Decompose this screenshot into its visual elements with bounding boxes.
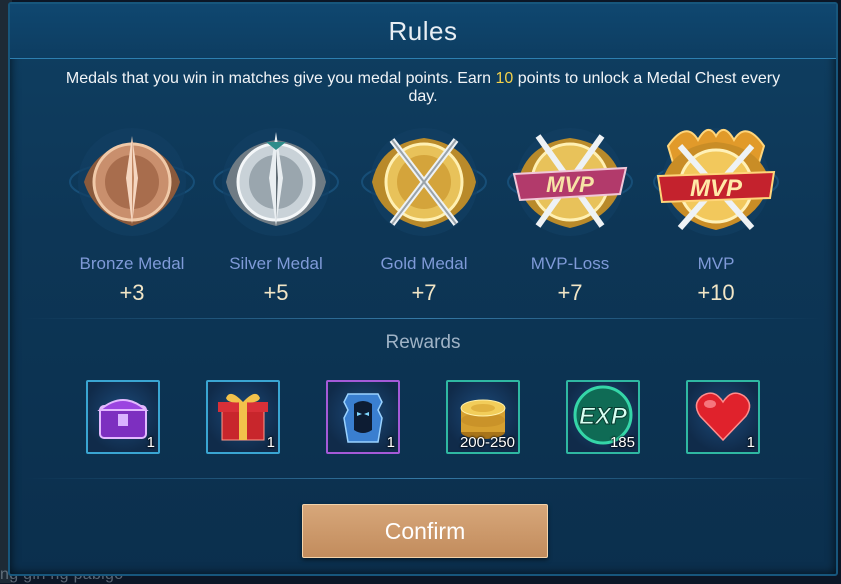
medal-name: Silver Medal: [229, 254, 323, 273]
dialog-header: Rules: [10, 4, 836, 59]
medal-points: +5: [263, 280, 289, 305]
medal-list: Bronze Medal +3 Silver Medal +5 Gold Med…: [10, 116, 836, 316]
medal-points: +3: [119, 280, 145, 305]
reward-count: 1: [746, 434, 755, 451]
medal-points: +7: [557, 280, 583, 305]
reward-count: 1: [146, 434, 155, 451]
bronze-medal-icon: [69, 128, 195, 236]
reward-chest[interactable]: 1: [86, 380, 160, 454]
medal-name: Bronze Medal: [79, 254, 185, 273]
reward-skin-fragment[interactable]: 1: [326, 380, 400, 454]
exp-label: EXP: [579, 403, 628, 430]
rules-description: Medals that you win in matches give you …: [50, 70, 796, 106]
mvp-badge-text: MVP: [690, 175, 743, 202]
medal-silver: Silver Medal +5: [206, 116, 346, 306]
confirm-button[interactable]: Confirm: [302, 504, 548, 558]
medal-mvp-loss: MVP MVP-Loss +7: [500, 116, 640, 306]
medal-gold: Gold Medal +7: [354, 116, 494, 306]
medal-mvp: MVP MVP +10: [646, 116, 786, 306]
reward-gift[interactable]: 1: [206, 380, 280, 454]
rules-dialog: Rules Medals that you win in matches giv…: [8, 2, 838, 576]
gold-medal-icon: [361, 128, 487, 236]
dialog-title: Rules: [388, 15, 458, 46]
rewards-title: Rewards: [385, 332, 461, 353]
reward-count: 1: [266, 434, 275, 451]
reward-count: 1: [386, 434, 395, 451]
reward-coins[interactable]: 200-250: [446, 380, 520, 454]
mvp-medal-icon: MVP: [653, 128, 779, 236]
medal-points: +7: [411, 280, 437, 305]
medal-bronze: Bronze Medal +3: [62, 116, 202, 306]
reward-count: 200-250: [459, 434, 515, 451]
description-highlight: 10: [495, 70, 514, 87]
divider: [24, 318, 822, 319]
description-text-before: Medals that you win in matches give you …: [65, 70, 496, 87]
medal-name: Gold Medal: [380, 254, 468, 273]
divider: [24, 478, 822, 479]
medal-name: MVP: [697, 254, 735, 273]
medal-name: MVP-Loss: [530, 254, 610, 273]
mvp-loss-medal-icon: MVP: [507, 128, 633, 236]
reward-count: 185: [609, 434, 635, 451]
medal-points: +10: [697, 280, 735, 305]
reward-heart[interactable]: 1: [686, 380, 760, 454]
silver-medal-icon: [213, 128, 339, 236]
mvp-badge-text: MVP: [546, 172, 594, 197]
reward-exp[interactable]: EXP 185: [566, 380, 640, 454]
